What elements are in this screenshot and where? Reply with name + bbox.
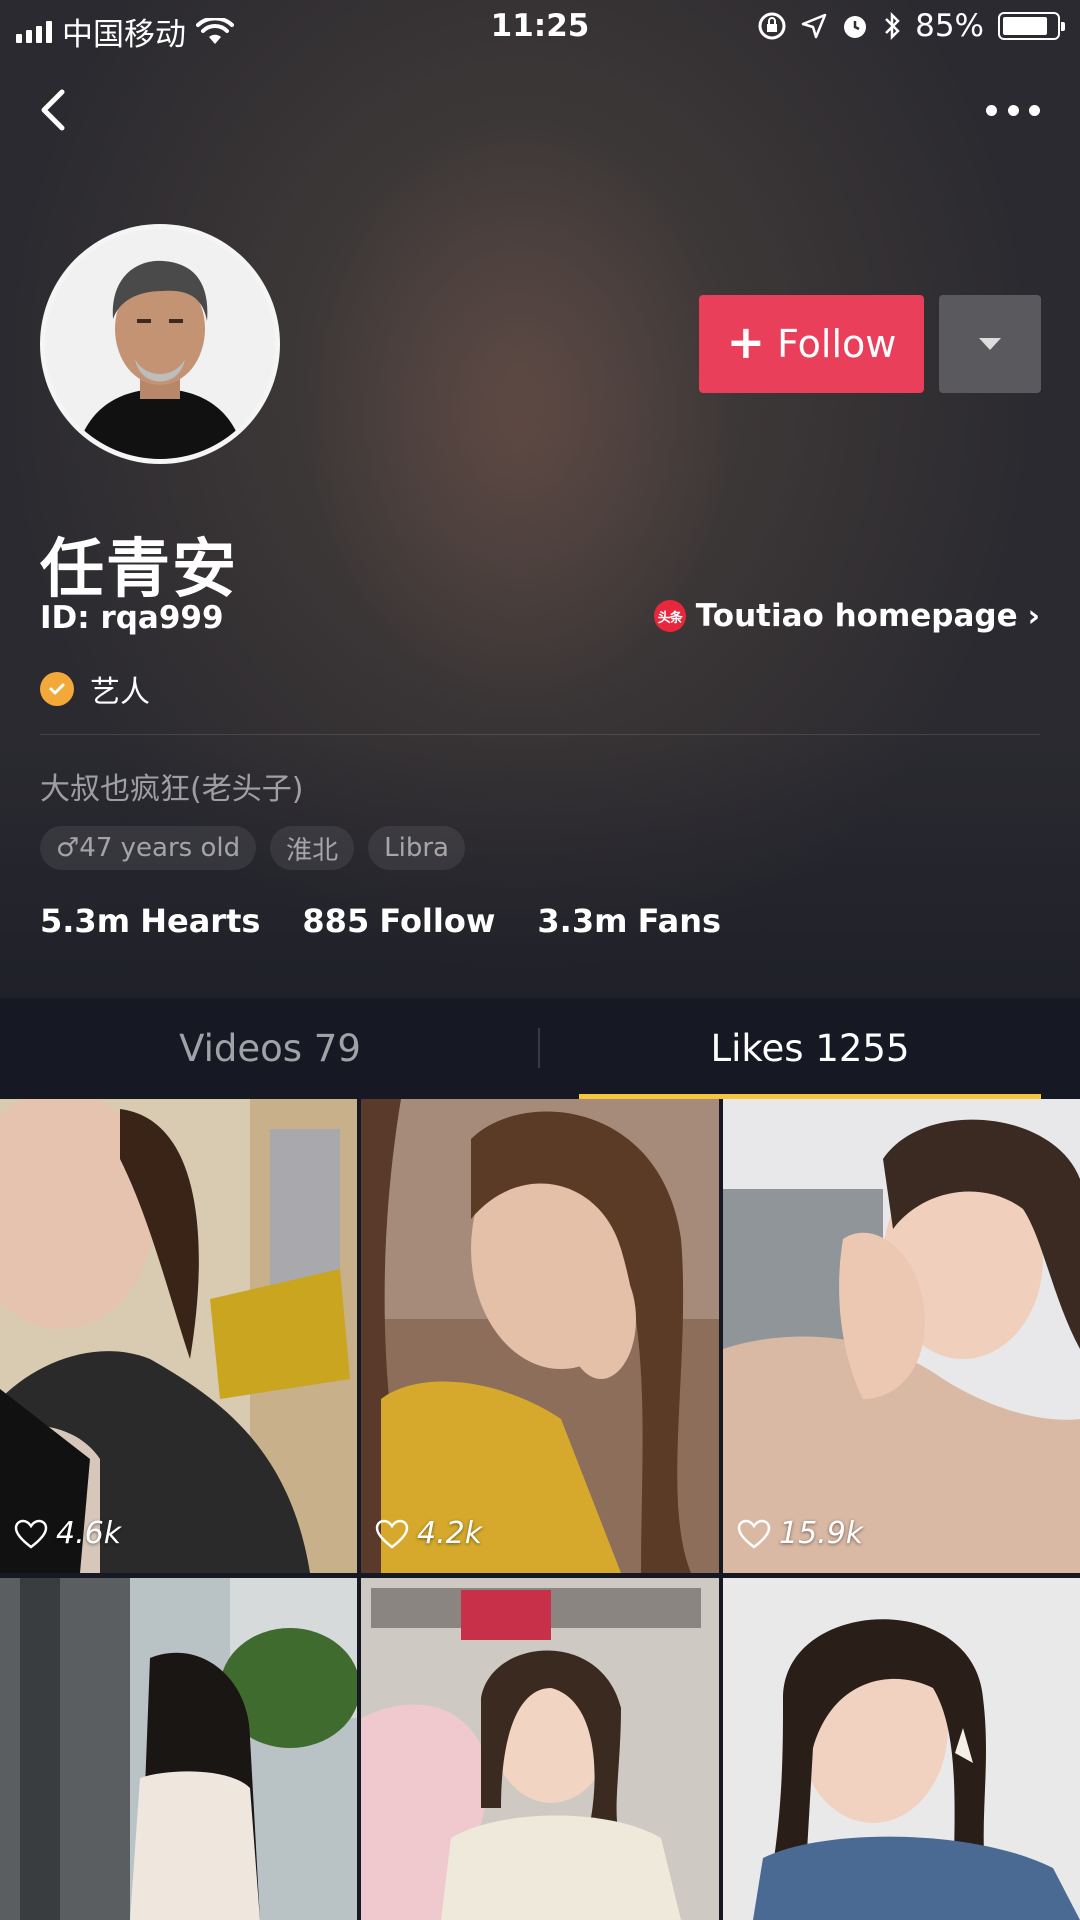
thumbnail-image	[0, 1099, 357, 1573]
like-count-text: 4.2k	[417, 1516, 483, 1551]
like-count-text: 4.6k	[56, 1516, 122, 1551]
video-like-count: 4.2k	[375, 1516, 482, 1551]
video-like-count: 15.9k	[737, 1516, 863, 1551]
toutiao-homepage-link[interactable]: 头条 Toutiao homepage ›	[653, 598, 1040, 634]
thumbnail-image	[723, 1578, 1080, 1920]
tab-bar: Videos 79 Likes 1255	[0, 998, 1080, 1098]
stat-label: Hearts	[140, 902, 261, 940]
video-thumbnail[interactable]	[361, 1578, 719, 1920]
profile-stats: 5.3m Hearts 885 Follow 3.3m Fans	[40, 902, 721, 940]
heart-icon	[14, 1519, 48, 1549]
tag-age: ♂47 years old	[40, 826, 257, 870]
stat-label: Fans	[637, 902, 722, 940]
stat-value: 885	[302, 902, 370, 940]
tag-location: 淮北	[270, 826, 355, 870]
bio: 大叔也疯狂(老头子)	[40, 772, 304, 807]
avatar[interactable]	[40, 224, 280, 464]
stat-label: Follow	[379, 902, 496, 940]
follow-label: Follow	[777, 322, 897, 366]
video-thumbnail[interactable]	[0, 1578, 357, 1920]
profile-tags: ♂47 years old 淮北 Libra	[40, 826, 465, 870]
heart-icon	[737, 1519, 771, 1549]
like-count-text: 15.9k	[779, 1516, 864, 1551]
orientation-lock-icon	[758, 12, 786, 40]
thumbnail-image	[723, 1099, 1080, 1573]
heart-icon	[375, 1519, 409, 1549]
thumbnail-image	[361, 1099, 719, 1573]
stat-follow[interactable]: 885 Follow	[302, 902, 495, 940]
battery-percent: 85%	[915, 8, 984, 44]
location-icon	[801, 13, 827, 39]
toutiao-label: Toutiao homepage	[695, 598, 1018, 634]
thumbnail-image	[0, 1578, 357, 1920]
video-like-count: 4.6k	[14, 1516, 121, 1551]
checkmark-icon	[40, 672, 74, 706]
profile-name: 任青安	[40, 533, 238, 607]
avatar-image	[45, 229, 275, 459]
tab-videos[interactable]: Videos 79	[0, 998, 540, 1098]
video-thumbnail[interactable]: 15.9k	[723, 1099, 1080, 1573]
tab-likes[interactable]: Likes 1255	[540, 998, 1080, 1098]
stat-fans[interactable]: 3.3m Fans	[537, 902, 721, 940]
video-grid: 4.6k 4.2k 15.9k	[0, 1099, 1080, 1920]
suggestions-dropdown-button[interactable]	[939, 295, 1041, 393]
plus-icon: +	[726, 315, 766, 369]
user-id: ID: rqa999	[40, 600, 224, 636]
dot-icon	[1007, 104, 1019, 116]
thumbnail-image	[361, 1578, 719, 1920]
dot-icon	[1029, 104, 1040, 116]
video-thumbnail[interactable]: 4.6k	[0, 1099, 357, 1573]
verified-badge: 艺人	[40, 667, 150, 711]
verified-label: 艺人	[90, 675, 150, 710]
dot-icon	[986, 104, 997, 116]
follow-button[interactable]: + Follow	[699, 295, 924, 393]
more-options-button[interactable]	[986, 98, 1040, 122]
bluetooth-icon	[885, 11, 900, 41]
video-thumbnail[interactable]	[723, 1578, 1080, 1920]
tag-zodiac: Libra	[368, 826, 465, 870]
alarm-icon	[844, 16, 867, 38]
stat-value: 3.3m	[537, 902, 628, 940]
status-bar: 中国移动 11:25 85%	[0, 0, 1080, 54]
triangle-down-icon	[979, 338, 1001, 350]
toutiao-logo-icon: 头条	[653, 600, 686, 632]
stat-value: 5.3m	[40, 902, 131, 940]
battery-icon	[998, 12, 1065, 40]
chevron-right-icon: ›	[1027, 598, 1040, 634]
stat-hearts: 5.3m Hearts	[40, 902, 260, 940]
divider	[40, 734, 1040, 735]
back-button[interactable]	[32, 82, 76, 138]
video-thumbnail[interactable]: 4.2k	[361, 1099, 719, 1573]
